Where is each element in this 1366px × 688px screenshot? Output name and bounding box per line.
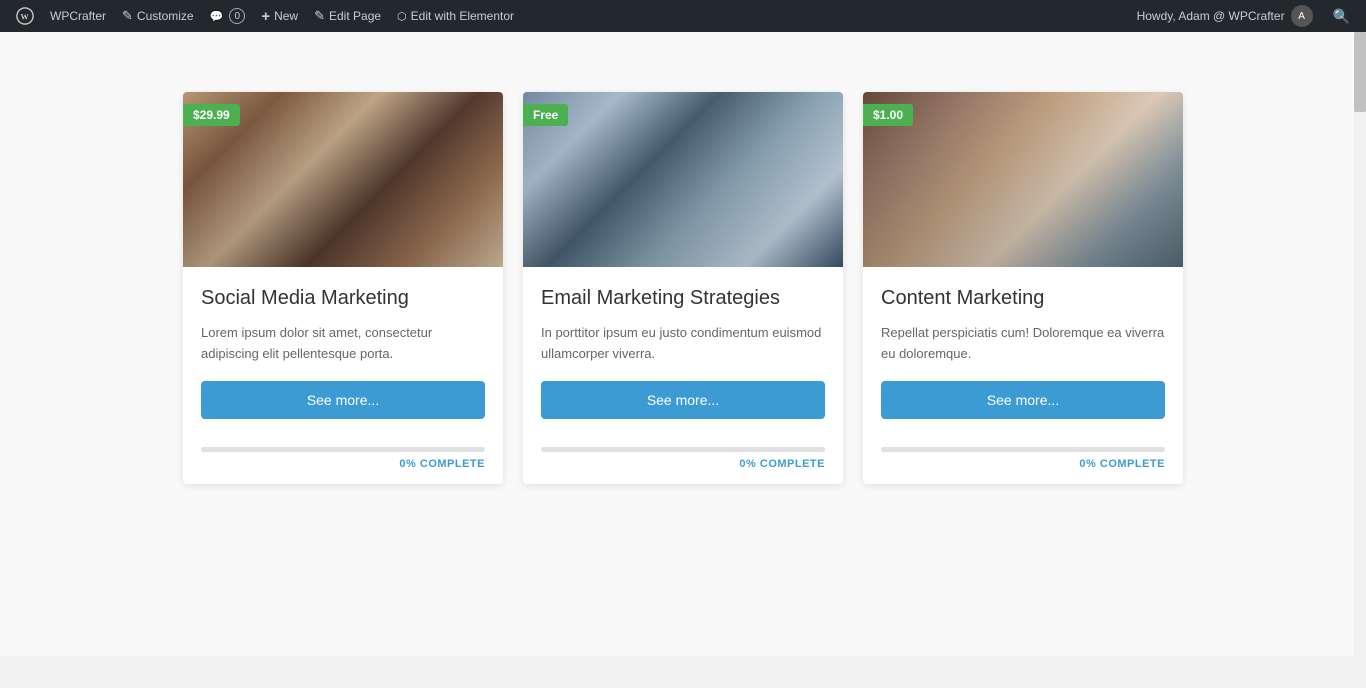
progress-bar-container-2 [541, 447, 825, 452]
pencil-icon [122, 8, 133, 24]
card-image-1: $29.99 [183, 92, 503, 267]
card-desc-1: Lorem ipsum dolor sit amet, consectetur … [201, 323, 485, 365]
edit-page-item[interactable]: Edit Page [306, 0, 389, 32]
scrollbar-thumb[interactable] [1354, 32, 1366, 112]
site-name-label: WPCrafter [50, 9, 106, 23]
price-badge-2: Free [523, 104, 568, 126]
card-body-1: Social Media Marketing Lorem ipsum dolor… [183, 267, 503, 447]
see-more-button-2[interactable]: See more... [541, 381, 825, 419]
card-image-3: $1.00 [863, 92, 1183, 267]
card-body-2: Email Marketing Strategies In porttitor … [523, 267, 843, 447]
adminbar-right: Howdy, Adam @ WPCrafter A 🔍 [1129, 5, 1358, 27]
card-footer-1: 0% COMPLETE [183, 447, 503, 484]
scrollbar-track[interactable] [1354, 32, 1366, 656]
edit-page-label: Edit Page [329, 9, 381, 23]
admin-bar: W WPCrafter Customize 0 New Edit Page ⬡ … [0, 0, 1366, 32]
search-icon: 🔍 [1333, 8, 1350, 24]
avatar: A [1291, 5, 1313, 27]
course-card-1: $29.99 Social Media Marketing Lorem ipsu… [183, 92, 503, 484]
new-label: New [274, 9, 298, 23]
card-desc-2: In porttitor ipsum eu justo condimentum … [541, 323, 825, 365]
card-title-3: Content Marketing [881, 285, 1165, 311]
see-more-button-1[interactable]: See more... [201, 381, 485, 419]
cards-container: $29.99 Social Media Marketing Lorem ipsu… [133, 92, 1233, 484]
howdy-section[interactable]: Howdy, Adam @ WPCrafter A [1129, 5, 1321, 27]
price-badge-3: $1.00 [863, 104, 913, 126]
card-title-2: Email Marketing Strategies [541, 285, 825, 311]
comments-item[interactable]: 0 [202, 0, 254, 32]
price-badge-1: $29.99 [183, 104, 240, 126]
card-footer-2: 0% COMPLETE [523, 447, 843, 484]
comment-count: 0 [229, 8, 245, 24]
card-body-3: Content Marketing Repellat perspiciatis … [863, 267, 1183, 447]
howdy-text: Howdy, Adam @ WPCrafter [1137, 9, 1285, 23]
edit-elementor-item[interactable]: ⬡ Edit with Elementor [389, 0, 522, 32]
course-card-3: $1.00 Content Marketing Repellat perspic… [863, 92, 1183, 484]
progress-bar-container-3 [881, 447, 1165, 452]
card-title-1: Social Media Marketing [201, 285, 485, 311]
customize-item[interactable]: Customize [114, 0, 202, 32]
svg-text:W: W [21, 13, 29, 22]
complete-label-2: 0% COMPLETE [541, 458, 825, 470]
see-more-button-3[interactable]: See more... [881, 381, 1165, 419]
edit-elementor-label: Edit with Elementor [411, 9, 514, 23]
comment-icon [210, 9, 224, 23]
site-name-item[interactable]: WPCrafter [42, 0, 114, 32]
search-button[interactable]: 🔍 [1325, 8, 1358, 25]
complete-label-1: 0% COMPLETE [201, 458, 485, 470]
card-desc-3: Repellat perspiciatis cum! Doloremque ea… [881, 323, 1165, 365]
new-item[interactable]: New [253, 0, 306, 32]
edit-page-pencil-icon [314, 8, 325, 24]
course-card-2: Free Email Marketing Strategies In portt… [523, 92, 843, 484]
card-footer-3: 0% COMPLETE [863, 447, 1183, 484]
card-image-2: Free [523, 92, 843, 267]
wp-logo-item[interactable]: W [8, 0, 42, 32]
complete-label-3: 0% COMPLETE [881, 458, 1165, 470]
progress-bar-container-1 [201, 447, 485, 452]
plus-icon [261, 8, 270, 25]
page-content: $29.99 Social Media Marketing Lorem ipsu… [0, 32, 1366, 656]
elementor-icon: ⬡ [397, 10, 407, 23]
customize-label: Customize [137, 9, 194, 23]
